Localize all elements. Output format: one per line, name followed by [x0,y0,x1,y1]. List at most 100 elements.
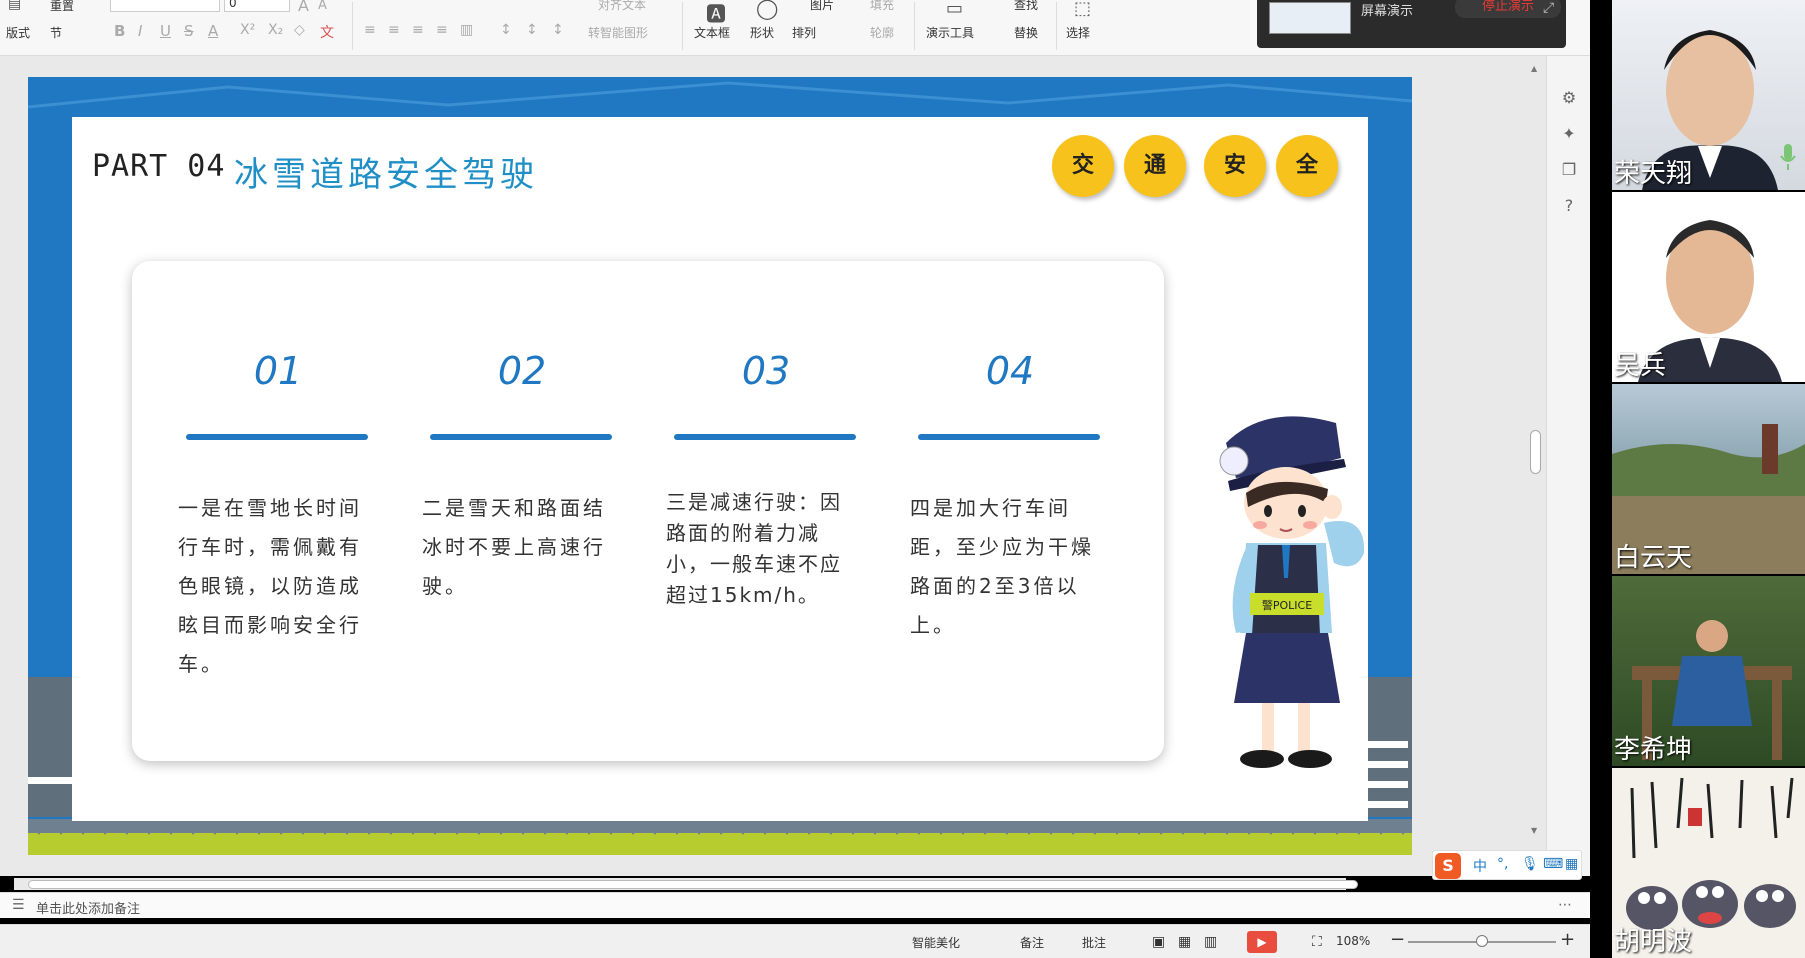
zoom-slider-knob[interactable] [1476,935,1488,947]
convert-smartart-button[interactable]: 转智能图形 [588,24,648,41]
slide-top-pattern [28,77,1412,117]
smart-beautify-button[interactable]: 智能美化 [912,934,960,951]
participant-tile[interactable]: 李希坤 [1612,576,1805,766]
textbox-icon: 🅰 [706,2,726,26]
align-left-icon[interactable]: ≡ [364,22,376,38]
microphone-icon[interactable]: 🎙 [1521,856,1539,872]
layout-button[interactable]: 版式 [6,24,30,41]
ime-punct-toggle[interactable]: °, [1497,856,1508,872]
participants-panel: 荣天翔 吴兵 白云天 李希坤 胡明波 [1612,0,1805,958]
point-divider [918,434,1100,440]
point-divider [674,434,856,440]
vertical-scrollbar[interactable]: ▲ ▼ [1528,56,1542,836]
vertical-scroll-thumb[interactable] [1530,430,1541,474]
clear-format-button[interactable]: ◇ [294,22,305,38]
police-officer-illustration: 警POLICE [1219,416,1365,768]
notes-pane[interactable]: ☰ 单击此处添加备注 ⋯ [0,892,1590,918]
point-divider [186,434,368,440]
horizontal-scrollbar[interactable] [14,878,1358,890]
replace-button[interactable]: 替换 [1014,24,1038,41]
share-label: 屏幕演示 [1361,4,1414,19]
remarks-button[interactable]: 备注 [1020,934,1044,951]
font-shrink-button[interactable]: A [318,0,327,13]
font-color-button[interactable]: A [208,22,218,40]
indent-icon[interactable]: ↕ [552,22,564,38]
scroll-up-icon[interactable]: ▲ [1531,64,1537,73]
shape-button[interactable]: 形状 [750,24,774,41]
more-icon[interactable]: ⋯ [1558,897,1572,913]
keyboard-icon[interactable]: ⌨ [1543,856,1563,872]
point-divider [430,434,612,440]
zigzag-border [28,819,1412,855]
help-icon[interactable]: ? [1559,196,1579,216]
redo-button[interactable]: 重置 [50,0,74,14]
font-grow-button[interactable]: A [298,0,309,15]
justify-icon[interactable]: ≡ [436,22,448,38]
align-text-button[interactable]: 对齐文本 [598,0,646,13]
outline-button[interactable]: 轮廓 [870,24,894,41]
underline-button[interactable]: U [160,22,171,40]
participant-name: 李希坤 [1614,735,1693,765]
participant-tile[interactable]: 胡明波 [1612,768,1805,958]
arrange-button[interactable]: 排列 [792,24,816,41]
play-slideshow-button[interactable]: ▶ [1247,931,1277,953]
zoom-level[interactable]: 108% [1336,934,1370,948]
ribbon-divider [1056,2,1057,50]
slide[interactable]: PART 04 冰雪道路安全驾驶 交 通 安 全 01 一是在雪地长时间行车时，… [28,77,1412,855]
notes-placeholder[interactable]: 单击此处添加备注 [36,898,140,917]
point-number: 01 [253,349,303,393]
select-button[interactable]: 选择 [1066,24,1090,41]
textbox-button[interactable]: 文本框 [694,24,730,41]
badge-circle: 交 [1052,135,1114,197]
ime-toolbar: S 中 °, 🎙 ⌨ ▦ [1432,850,1582,880]
zoom-out-button[interactable]: − [1390,929,1405,950]
strikethrough-button[interactable]: S [184,22,194,40]
fit-window-icon[interactable]: ⛶ [1312,934,1322,950]
reading-view-icon[interactable]: ▥ [1204,934,1217,950]
subscript-button[interactable]: X₂ [268,22,283,38]
comment-button[interactable]: 批注 [1082,934,1106,951]
point-number: 02 [497,349,547,393]
apps-grid-icon[interactable]: ▦ [1565,856,1578,872]
participant-tile[interactable]: 白云天 [1612,384,1805,574]
picture-button[interactable]: 图片 [810,0,834,13]
align-right-icon[interactable]: ≡ [412,22,424,38]
superscript-button[interactable]: X² [240,22,255,38]
participant-tile[interactable]: 吴兵 [1612,192,1805,382]
bold-button[interactable]: B [114,22,125,40]
section-button[interactable]: 节 [50,24,62,41]
content-card: 01 一是在雪地长时间行车时，需佩戴有色眼镜，以防造成眩目而影响安全行车。 02… [132,261,1164,761]
slide-title: 冰雪道路安全驾驶 [234,155,538,195]
app-window: ▤ 版式 重置 节 0 A A B I U S A X² X₂ ◇ 文 ≡ ≡ … [0,0,1805,958]
copy-icon[interactable]: ❐ [1559,160,1579,180]
line-spacing-icon[interactable]: ↕ [500,22,512,38]
panel-divider [1590,0,1612,958]
font-name-select[interactable] [110,0,220,12]
ime-lang-toggle[interactable]: 中 [1473,856,1487,876]
normal-view-icon[interactable]: ▣ [1152,934,1165,950]
badge-circle: 通 [1124,135,1186,197]
screen-share-bar: 屏幕演示 停止演示 ⤢ [1257,0,1566,48]
zoom-in-button[interactable]: + [1560,929,1575,950]
fill-button[interactable]: 填充 [870,0,894,13]
participant-tile[interactable]: 荣天翔 [1612,0,1805,190]
slide-sorter-icon[interactable]: ▦ [1178,934,1191,950]
font-size-select[interactable]: 0 [224,0,290,12]
distribute-icon[interactable]: ▥ [460,22,473,38]
find-button[interactable]: 查找 [1014,0,1038,13]
phonetic-guide-button[interactable]: 文 [320,22,334,42]
expand-icon[interactable]: ⤢ [1543,0,1554,16]
ime-logo[interactable]: S [1435,853,1461,879]
road-stripe [1368,801,1408,808]
settings-sliders-icon[interactable]: ⚙ [1559,88,1579,108]
scroll-down-icon[interactable]: ▼ [1531,826,1537,835]
ribbon-divider [352,2,353,50]
align-center-icon[interactable]: ≡ [388,22,400,38]
italic-button[interactable]: I [138,22,142,40]
pin-icon[interactable]: ✦ [1559,124,1579,144]
presentation-tools-button[interactable]: 演示工具 [926,24,974,41]
horizontal-scroll-thumb[interactable] [28,880,1358,889]
point-text: 一是在雪地长时间行车时，需佩戴有色眼镜，以防造成眩目而影响安全行车。 [178,496,362,676]
point-text: 四是加大行车间距，至少应为干燥路面的2至3倍以上。 [910,496,1094,637]
paragraph-spacing-icon[interactable]: ↕ [526,22,538,38]
